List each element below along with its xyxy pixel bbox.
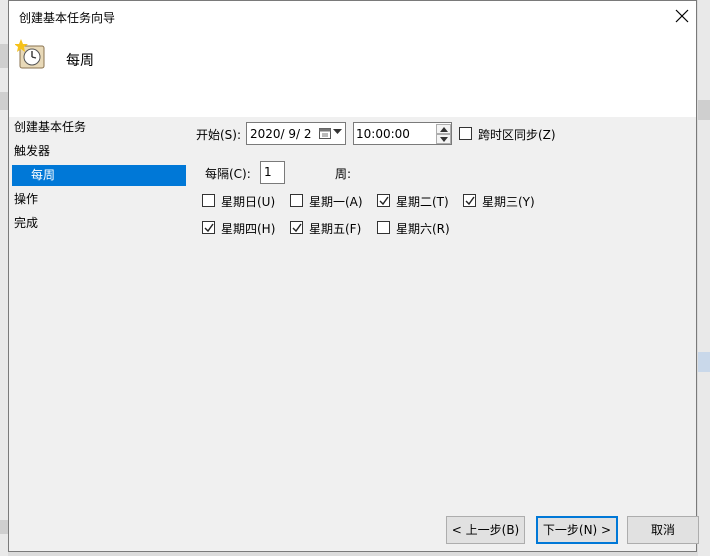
nav-step-trigger[interactable]: 触发器 [14,142,50,159]
friday-checkbox[interactable] [290,221,303,234]
page-title: 每周 [66,53,94,69]
monday-checkbox[interactable] [290,194,303,207]
task-wizard-dialog: 创建基本任务向导 每周 创建基本任务 触发器 每周 操作 完成 开始(S): 2… [8,0,699,552]
cancel-button[interactable]: 取消 [627,516,699,544]
wednesday-label[interactable]: 星期三(Y) [482,193,535,210]
sync-timezone-checkbox[interactable] [459,127,472,140]
nav-step-weekly[interactable]: 每周 [12,165,186,186]
start-label: 开始(S): [196,128,242,142]
recur-every-label: 每隔(C): [205,167,251,181]
title-bar: 创建基本任务向导 [9,1,696,31]
time-spin-down-button[interactable] [436,134,451,144]
close-icon [675,9,689,23]
time-spin-up-button[interactable] [436,124,451,134]
checkmark-icon [465,196,475,206]
start-time-value: 10:00:00 [356,127,410,141]
checkmark-icon [292,223,302,233]
saturday-label[interactable]: 星期六(R) [396,220,450,237]
friday-label[interactable]: 星期五(F) [309,220,361,237]
sunday-label[interactable]: 星期日(U) [221,193,275,210]
start-date-picker[interactable]: 2020/ 9/ 2 [246,122,346,145]
wednesday-checkbox[interactable] [463,194,476,207]
thursday-checkbox[interactable] [202,221,215,234]
background-window-left [0,0,8,556]
window-title: 创建基本任务向导 [19,11,116,25]
back-button[interactable]: < 上一步(B) [446,516,525,544]
start-date-value: 2020/ 9/ 2 [250,127,312,141]
calendar-icon[interactable] [319,127,331,139]
sunday-checkbox[interactable] [202,194,215,207]
wizard-header: 每周 [9,31,696,117]
chevron-down-icon[interactable] [333,129,342,135]
nav-step-create-basic-task[interactable]: 创建基本任务 [14,118,86,135]
nav-step-action[interactable]: 操作 [14,190,38,207]
arrow-down-icon [440,137,448,142]
checkmark-icon [204,223,214,233]
recur-weeks-input[interactable]: 1 [260,161,285,184]
scheduled-task-clock-icon [15,39,45,69]
thursday-label[interactable]: 星期四(H) [221,220,275,237]
monday-label[interactable]: 星期一(A) [309,193,363,210]
background-window-right [698,0,710,556]
sync-timezone-label[interactable]: 跨时区同步(Z) [478,126,556,143]
checkmark-icon [379,196,389,206]
next-button[interactable]: 下一步(N) > [536,516,618,544]
recur-weeks-value: 1 [264,165,272,179]
arrow-up-icon [440,127,448,132]
close-button[interactable] [669,3,695,29]
nav-step-finish[interactable]: 完成 [14,214,38,231]
time-spinner[interactable] [436,124,451,144]
tuesday-checkbox[interactable] [377,194,390,207]
start-time-input[interactable]: 10:00:00 [353,122,452,145]
saturday-checkbox[interactable] [377,221,390,234]
weeks-unit-label: 周: [335,167,352,181]
tuesday-label[interactable]: 星期二(T) [396,193,449,210]
